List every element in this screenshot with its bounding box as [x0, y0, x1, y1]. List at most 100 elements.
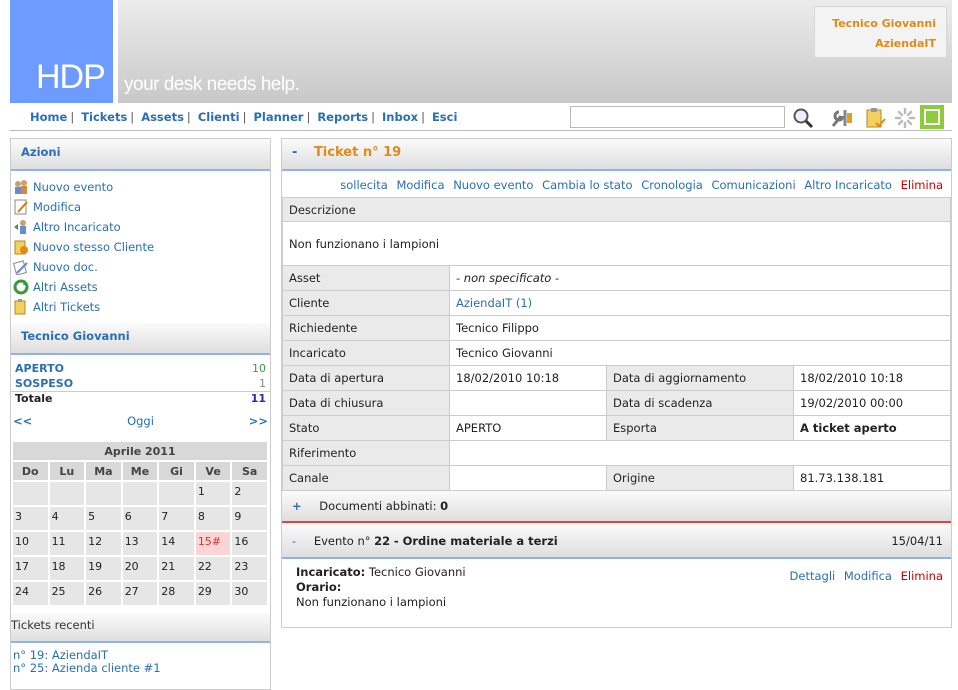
calendar-empty-cell — [159, 482, 194, 505]
calendar-day[interactable]: 9 — [232, 507, 267, 530]
calendar-day[interactable]: 8 — [195, 507, 231, 530]
calendar-day[interactable]: 3 — [13, 507, 48, 530]
actions-list: Nuovo evento Modifica Altro Incaricato N… — [11, 171, 270, 323]
nav-assets[interactable]: Assets — [141, 110, 184, 124]
actions-title: Azioni — [11, 139, 270, 171]
user-box: Tecnico Giovanni AziendaIT — [814, 6, 947, 58]
calendar-day[interactable]: 25 — [49, 582, 85, 605]
recent-tickets-title: Tickets recenti — [11, 613, 270, 643]
tools-icon[interactable] — [830, 107, 852, 129]
modifica-link[interactable]: Modifica — [396, 178, 444, 192]
event-elimina-link[interactable]: Elimina — [901, 569, 943, 583]
calendar-day[interactable]: 16 — [232, 532, 267, 555]
calendar-day[interactable]: 22 — [195, 557, 231, 580]
calendar-day[interactable]: 30 — [232, 582, 267, 605]
calendar-day[interactable]: 19 — [86, 557, 121, 580]
collapse-event-button[interactable]: - — [292, 534, 296, 548]
comunicazioni-link[interactable]: Comunicazioni — [711, 178, 795, 192]
action-altri-assets[interactable]: Altri Assets — [13, 277, 270, 297]
status-row[interactable]: SOSPESO 1 — [11, 376, 270, 391]
search-input[interactable] — [570, 106, 785, 128]
calendar-day[interactable]: 28 — [159, 582, 194, 605]
calendar-day[interactable]: 17 — [13, 557, 48, 580]
status-row[interactable]: APERTO 10 — [11, 361, 270, 376]
action-modifica[interactable]: Modifica — [13, 197, 270, 217]
ticket-header: - Ticket n° 19 — [282, 139, 951, 171]
calendar-today[interactable]: Oggi — [127, 414, 154, 436]
nav-planner[interactable]: Planner — [253, 110, 303, 124]
user-name[interactable]: Tecnico Giovanni — [815, 14, 936, 34]
logo[interactable]: HDP — [10, 0, 113, 103]
origine-value: 81.73.138.181 — [793, 465, 951, 491]
expand-documents-button[interactable]: + — [292, 499, 302, 513]
calendar-day[interactable]: 1 — [195, 482, 231, 505]
cambia-stato-link[interactable]: Cambia lo stato — [542, 178, 632, 192]
nav-tickets[interactable]: Tickets — [81, 110, 127, 124]
esporta-label: Esporta — [606, 415, 794, 441]
client-icon — [13, 239, 29, 255]
description-label: Descrizione — [282, 197, 951, 222]
calendar-day[interactable]: 21 — [159, 557, 194, 580]
sollecita-link[interactable]: sollecita — [340, 178, 388, 192]
header: HDP your desk needs help. Tecnico Giovan… — [10, 0, 952, 103]
calendar-day[interactable]: 4 — [49, 507, 85, 530]
calendar-day[interactable]: 14 — [159, 532, 194, 555]
toggle-icon[interactable] — [920, 105, 944, 129]
clipboard-icon[interactable] — [864, 107, 886, 129]
calendar-day[interactable]: 24 — [13, 582, 48, 605]
esporta-value[interactable]: A ticket aperto — [793, 415, 951, 441]
event-prefix: Evento n° — [313, 534, 371, 548]
action-nuovo-stesso-cliente[interactable]: Nuovo stesso Cliente — [13, 237, 270, 257]
stato-value: APERTO — [449, 415, 607, 441]
action-nuovo-doc[interactable]: Nuovo doc. — [13, 257, 270, 277]
nav-home[interactable]: Home — [30, 110, 67, 124]
cliente-link[interactable]: AziendaIT (1) — [449, 290, 951, 316]
nav-clienti[interactable]: Clienti — [198, 110, 240, 124]
user-section-title: Tecnico Giovanni — [11, 323, 270, 355]
calendar-day[interactable]: 15# — [195, 532, 231, 555]
altro-incaricato-link[interactable]: Altro Incaricato — [804, 178, 892, 192]
nuovo-evento-link[interactable]: Nuovo evento — [453, 178, 533, 192]
calendar-day[interactable]: 20 — [122, 557, 158, 580]
nav-inbox[interactable]: Inbox — [382, 110, 418, 124]
calendar-day[interactable]: 11 — [49, 532, 85, 555]
nav-esci[interactable]: Esci — [432, 110, 457, 124]
origine-label: Origine — [606, 465, 794, 491]
recent-ticket[interactable]: n° 25: Azienda cliente #1 — [11, 662, 270, 675]
calendar-day[interactable]: 29 — [195, 582, 231, 605]
calendar-prev[interactable]: << — [13, 414, 32, 436]
calendar-title: Aprile 2011 — [13, 442, 267, 460]
documents-count: 0 — [440, 499, 449, 513]
calendar-day[interactable]: 12 — [86, 532, 121, 555]
event-modifica-link[interactable]: Modifica — [844, 569, 892, 583]
nav-reports[interactable]: Reports — [317, 110, 368, 124]
calendar-day[interactable]: 10 — [13, 532, 48, 555]
calendar-day[interactable]: 13 — [122, 532, 158, 555]
calendar-day[interactable]: 2 — [232, 482, 267, 505]
status-summary: APERTO 10 SOSPESO 1 Totale 11 — [11, 361, 270, 406]
calendar-day[interactable]: 26 — [86, 582, 121, 605]
calendar-day[interactable]: 7 — [159, 507, 194, 530]
calendar-empty-cell — [49, 482, 85, 505]
calendar-weekday: Ma — [86, 462, 121, 480]
action-nuovo-evento[interactable]: Nuovo evento — [13, 177, 270, 197]
calendar-day[interactable]: 18 — [49, 557, 85, 580]
event-header: - Evento n° 22 - Ordine materiale a terz… — [282, 523, 951, 559]
action-altro-incaricato[interactable]: Altro Incaricato — [13, 217, 270, 237]
calendar-day[interactable]: 5 — [86, 507, 121, 530]
collapse-button[interactable]: - — [292, 145, 297, 160]
calendar: Aprile 2011 Do Lu Ma Me Gi Ve Sa 1 2 3 4 5 6 7 8 9 10 11… — [11, 440, 269, 607]
cronologia-link[interactable]: Cronologia — [641, 178, 703, 192]
elimina-link[interactable]: Elimina — [901, 178, 943, 192]
search-icon[interactable] — [792, 107, 814, 129]
calendar-day[interactable]: 6 — [122, 507, 158, 530]
calendar-next[interactable]: >> — [249, 414, 268, 436]
calendar-day[interactable]: 23 — [232, 557, 267, 580]
event-links: Dettagli Modifica Elimina — [785, 569, 943, 584]
user-company[interactable]: AziendaIT — [815, 34, 936, 54]
documents-section: + Documenti abbinati: 0 — [282, 491, 951, 523]
calendar-day[interactable]: 27 — [122, 582, 158, 605]
action-altri-tickets[interactable]: Altri Tickets — [13, 297, 270, 317]
logo-text: HDP — [36, 58, 106, 96]
event-dettagli-link[interactable]: Dettagli — [790, 569, 836, 583]
